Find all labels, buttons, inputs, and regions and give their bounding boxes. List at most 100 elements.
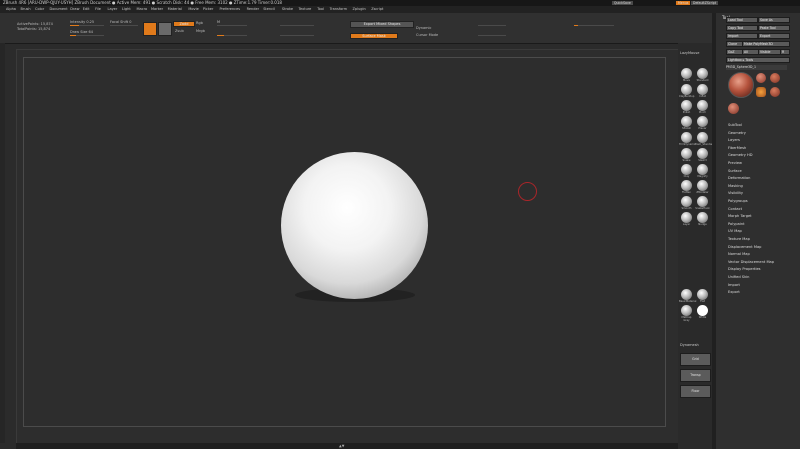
- rgb-button[interactable]: Rgb: [196, 21, 203, 25]
- make-polymesh-button[interactable]: Make PolyMesh3D: [742, 41, 790, 47]
- draw-mode-button[interactable]: [143, 22, 157, 36]
- tool-section-layers[interactable]: Layers: [728, 138, 740, 142]
- menu-edit[interactable]: Edit: [83, 6, 90, 13]
- brush-icon[interactable]: [681, 164, 692, 175]
- menu-movie[interactable]: Movie: [188, 6, 198, 13]
- brush-icon[interactable]: [681, 116, 692, 127]
- menu-tool[interactable]: Tool: [317, 6, 324, 13]
- brush-icon[interactable]: [681, 68, 692, 79]
- focal-shift-slider[interactable]: [110, 25, 138, 26]
- brush-icon[interactable]: [697, 212, 708, 223]
- menu-render[interactable]: Render: [247, 6, 259, 13]
- tray-toggle-icon[interactable]: ▲▼: [339, 443, 344, 449]
- goz-button[interactable]: GoZ: [726, 49, 743, 55]
- z-intensity-slider[interactable]: [217, 35, 247, 36]
- zadd-button[interactable]: Zadd: [173, 21, 195, 27]
- shelf-slider-b[interactable]: [478, 35, 506, 36]
- material-icon[interactable]: [681, 305, 692, 316]
- material-icon[interactable]: [697, 289, 708, 300]
- brush-icon[interactable]: [697, 68, 708, 79]
- tool-section-preview[interactable]: Preview: [728, 161, 742, 165]
- menu-file[interactable]: File: [95, 6, 101, 13]
- brush-icon[interactable]: [697, 84, 708, 95]
- menu-material[interactable]: Material: [168, 6, 182, 13]
- brush-modifier-slider-2[interactable]: [280, 35, 314, 36]
- tool-thumb-sphere-2[interactable]: [770, 73, 780, 83]
- transp-button[interactable]: Transp: [680, 369, 711, 382]
- tool-section-subtool[interactable]: SubTool: [728, 123, 742, 127]
- menu-draw[interactable]: Draw: [70, 6, 79, 13]
- menu-zscript[interactable]: Zscript: [371, 6, 383, 13]
- menus-button[interactable]: Menus: [676, 1, 691, 5]
- material-icon[interactable]: [681, 289, 692, 300]
- subtool-thumbnail[interactable]: [728, 103, 739, 114]
- menu-stroke[interactable]: Stroke: [282, 6, 293, 13]
- move-mode-button[interactable]: [158, 22, 172, 36]
- shelf-slider-c[interactable]: [574, 25, 614, 26]
- menu-light[interactable]: Light: [122, 6, 131, 13]
- tool-section-polygroups[interactable]: Polygroups: [728, 199, 748, 203]
- tool-section-geometry[interactable]: Geometry: [728, 131, 746, 135]
- tool-section-deformation[interactable]: Deformation: [728, 176, 750, 180]
- brush-icon[interactable]: [681, 132, 692, 143]
- import-button[interactable]: Import: [726, 33, 758, 39]
- save-as-button[interactable]: Save As: [758, 17, 790, 23]
- tool-section-geometry-hd[interactable]: Geometry HD: [728, 153, 753, 157]
- sphere-model[interactable]: [281, 152, 428, 299]
- mrgb-button[interactable]: Mrgb: [196, 29, 205, 33]
- tool-section-surface[interactable]: Surface: [728, 169, 742, 173]
- tool-section-display-properties[interactable]: Display Properties: [728, 267, 761, 271]
- menu-document[interactable]: Document: [50, 6, 68, 13]
- tool-section-displacement-map[interactable]: Displacement Map: [728, 245, 761, 249]
- tool-thumb-sphere-3[interactable]: [770, 87, 780, 97]
- menu-layer[interactable]: Layer: [108, 6, 118, 13]
- brush-icon[interactable]: [697, 164, 708, 175]
- tool-thumb-sphere[interactable]: [756, 73, 766, 83]
- grid-button[interactable]: Grid: [680, 353, 711, 366]
- quicksave-button[interactable]: QuickSave: [612, 1, 633, 5]
- brush-icon[interactable]: [697, 132, 708, 143]
- brush-icon[interactable]: [681, 212, 692, 223]
- brush-icon[interactable]: [681, 100, 692, 111]
- menu-stencil[interactable]: Stencil: [263, 6, 275, 13]
- tool-section-masking[interactable]: Masking: [728, 184, 743, 188]
- tool-section-vector-displacement-map[interactable]: Vector Displacement Map: [728, 260, 774, 264]
- menu-brush[interactable]: Brush: [21, 6, 31, 13]
- menu-preferences[interactable]: Preferences: [220, 6, 241, 13]
- tool-section-export[interactable]: Export: [728, 290, 740, 294]
- zsub-button[interactable]: Zsub: [175, 29, 184, 33]
- material-icon[interactable]: [697, 305, 708, 316]
- tool-section-normal-map[interactable]: Normal Map: [728, 252, 750, 256]
- cursor-mode-label[interactable]: Cursor Mode: [416, 33, 438, 37]
- tool-section-import[interactable]: Import: [728, 283, 740, 287]
- brush-icon[interactable]: [697, 116, 708, 127]
- default-zscript-button[interactable]: DefaultZScript: [691, 1, 719, 5]
- paste-tool-button[interactable]: Paste Tool: [758, 25, 790, 31]
- menu-color[interactable]: Color: [35, 6, 44, 13]
- menu-texture[interactable]: Texture: [299, 6, 312, 13]
- left-tray[interactable]: [0, 43, 5, 443]
- menu-transform[interactable]: Transform: [330, 6, 347, 13]
- clone-button[interactable]: Clone: [726, 41, 743, 47]
- export-button[interactable]: Export: [758, 33, 790, 39]
- r-button[interactable]: R: [780, 49, 790, 55]
- menu-alpha[interactable]: Alpha: [6, 6, 16, 13]
- intensity-slider[interactable]: [70, 25, 104, 26]
- rgb-intensity-slider[interactable]: [217, 25, 247, 26]
- all-button[interactable]: All: [742, 49, 759, 55]
- brush-modifier-slider[interactable]: [280, 25, 314, 26]
- brush-icon[interactable]: [697, 196, 708, 207]
- current-tool-thumbnail[interactable]: [728, 72, 754, 98]
- brush-icon[interactable]: [697, 180, 708, 191]
- tool-section-texture-map[interactable]: Texture Map: [728, 237, 750, 241]
- brush-icon[interactable]: [681, 180, 692, 191]
- floor-button[interactable]: Floor: [680, 385, 711, 398]
- brush-icon[interactable]: [681, 148, 692, 159]
- brush-icon[interactable]: [681, 84, 692, 95]
- brush-icon[interactable]: [697, 148, 708, 159]
- load-tool-button[interactable]: Load Tool: [726, 17, 758, 23]
- bottom-tray[interactable]: ▲▼: [16, 443, 678, 449]
- tool-section-polypaint[interactable]: Polypaint: [728, 222, 745, 226]
- visible-button[interactable]: Visible: [758, 49, 781, 55]
- dynamic-label[interactable]: Dynamic: [416, 26, 431, 30]
